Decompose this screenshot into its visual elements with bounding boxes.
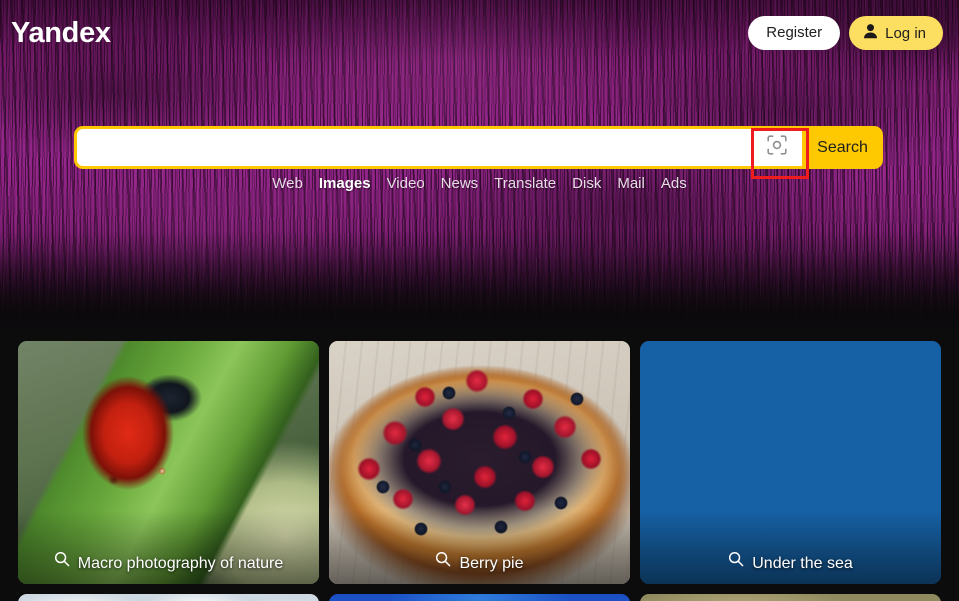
tab-news[interactable]: News [441, 175, 479, 192]
image-search-lens-icon [766, 134, 788, 161]
register-button[interactable]: Register [748, 16, 841, 50]
clouds-image [18, 594, 319, 601]
image-card-macro-photography[interactable]: Macro photography of nature [18, 341, 319, 584]
card-caption: Macro photography of nature [18, 510, 319, 584]
person-icon [863, 23, 878, 43]
landscape-image [640, 594, 941, 601]
card-caption-label: Macro photography of nature [77, 555, 284, 572]
header-actions: Register Log in [748, 16, 943, 50]
yandex-logo[interactable]: Yandex [11, 16, 111, 50]
search-input-wrapper [74, 126, 752, 169]
search-bar: Search [74, 126, 883, 179]
blue-sky-image [329, 594, 630, 601]
search-icon [54, 551, 70, 572]
tab-web[interactable]: Web [272, 175, 303, 192]
search-button[interactable]: Search [802, 126, 883, 169]
tab-video[interactable]: Video [387, 175, 425, 192]
card-caption: Under the sea [640, 510, 941, 584]
tab-mail[interactable]: Mail [617, 175, 645, 192]
tab-translate[interactable]: Translate [494, 175, 556, 192]
image-card-grid: Macro photography of nature Berry pie Un… [18, 341, 941, 601]
image-search-lens-button[interactable] [751, 126, 809, 179]
search-input[interactable] [77, 129, 752, 166]
image-card-under-the-sea[interactable]: Under the sea [640, 341, 941, 584]
login-button-label: Log in [885, 24, 926, 42]
card-caption-label: Under the sea [752, 555, 853, 572]
login-button[interactable]: Log in [849, 16, 943, 50]
image-card-row2-1[interactable] [18, 594, 319, 601]
card-caption-label: Berry pie [459, 555, 524, 572]
yandex-images-page: Yandex Register Log in Search Web Images… [0, 0, 959, 601]
tab-ads[interactable]: Ads [661, 175, 687, 192]
search-icon [435, 551, 451, 572]
tab-images[interactable]: Images [319, 175, 371, 192]
image-card-row2-2[interactable] [329, 594, 630, 601]
image-card-row2-3[interactable] [640, 594, 941, 601]
tab-disk[interactable]: Disk [572, 175, 601, 192]
search-icon [728, 551, 744, 572]
service-nav-tabs: Web Images Video News Translate Disk Mai… [0, 175, 959, 192]
image-card-berry-pie[interactable]: Berry pie [329, 341, 630, 584]
card-caption: Berry pie [329, 510, 630, 584]
